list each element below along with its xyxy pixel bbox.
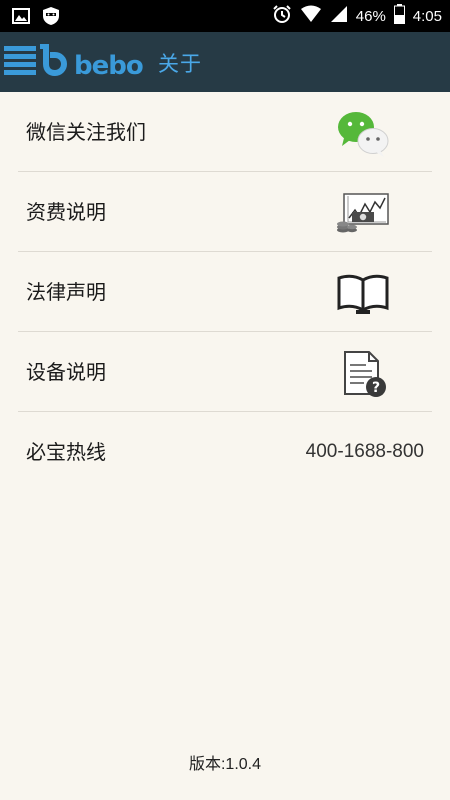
hotline-number[interactable]: 400-1688-800 [306, 412, 424, 492]
svg-text:?: ? [372, 380, 380, 396]
menu-item-hotline[interactable]: 必宝热线 400-1688-800 [18, 412, 432, 492]
menu-item-pricing[interactable]: 资费说明 [18, 172, 432, 252]
svg-text:bebo: bebo [74, 51, 143, 80]
document-question-icon: ? [336, 350, 390, 398]
menu-item-legal[interactable]: 法律声明 [18, 252, 432, 332]
alarm-icon [272, 4, 292, 28]
wechat-icon [336, 110, 390, 158]
wifi-icon [300, 5, 322, 27]
open-book-icon [336, 270, 390, 318]
menu-item-label: 资费说明 [26, 200, 106, 224]
menu-item-label: 必宝热线 [26, 440, 106, 464]
status-bar: 46% 4:05 [0, 0, 450, 32]
clock-time: 4:05 [412, 7, 442, 25]
menu-item-wechat[interactable]: 微信关注我们 [18, 92, 432, 172]
menu-item-label: 法律声明 [26, 280, 106, 304]
app-bar: bebo 关于 [0, 32, 450, 92]
version-label: 版本 [188, 754, 221, 773]
battery-icon [393, 4, 405, 28]
page-title: 关于 [158, 52, 202, 76]
battery-text: 46% [355, 7, 386, 25]
shield-mask-icon [42, 6, 60, 30]
version-number: :1.0.4 [220, 756, 262, 773]
image-icon [12, 7, 30, 29]
menu-item-label: 微信关注我们 [26, 120, 146, 144]
about-menu-list: 微信关注我们 资费说明 法律声明 设备说明 ? 必宝热线 400-1688-80… [18, 92, 432, 492]
signal-icon [330, 5, 348, 27]
pricing-chart-icon [336, 190, 390, 238]
bebo-logo[interactable]: bebo [4, 43, 154, 81]
version-info: 版本:1.0.4 [0, 750, 450, 774]
menu-item-label: 设备说明 [26, 360, 106, 384]
menu-item-device[interactable]: 设备说明 ? [18, 332, 432, 412]
